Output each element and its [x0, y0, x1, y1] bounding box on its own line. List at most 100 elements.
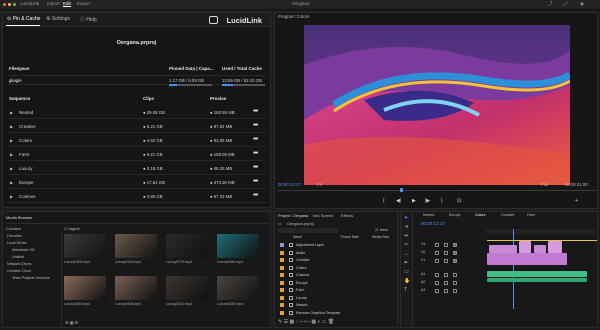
expand-arrow-icon[interactable]: ▶ [10, 138, 13, 143]
rectangle-tool-icon[interactable]: ▭ [404, 269, 409, 275]
sequence-row[interactable]: ▶ Luxury ● 3.18 GB ● 48.25 MB ••• [7, 162, 266, 175]
expand-arrow-icon[interactable]: ▶ [10, 152, 13, 157]
mute-icon[interactable] [453, 259, 457, 263]
timeline-timecode[interactable]: 00:00:13:17 [421, 221, 445, 226]
more-options-icon[interactable]: ••• [253, 150, 258, 157]
sequence-row[interactable]: ▶ Colors ● 4.62 GB ● 93.05 MB ••• [7, 134, 266, 147]
video-clip[interactable] [487, 253, 567, 265]
timeline-ruler[interactable] [486, 229, 596, 234]
expand-arrow-icon[interactable]: ▶ [10, 110, 13, 115]
more-options-icon[interactable]: ••• [253, 122, 258, 129]
mute-icon[interactable] [453, 243, 457, 247]
mark-out-icon[interactable]: } [441, 198, 443, 204]
column-frame-rate[interactable]: Frame Rate [341, 235, 359, 239]
project-search-input[interactable] [278, 228, 338, 233]
minimize-window-button[interactable] [8, 3, 11, 6]
mute-icon[interactable] [453, 281, 457, 285]
tab-pin-cache[interactable]: ⊙ Pin & Cache [7, 16, 40, 22]
hand-tool-icon[interactable]: ✋ [404, 278, 410, 284]
step-back-icon[interactable]: ◀| [396, 198, 401, 204]
timeline-tab[interactable]: Farm [527, 213, 535, 217]
lock-icon[interactable] [444, 243, 448, 247]
column-media-start[interactable]: Media Start [372, 235, 389, 239]
eye-icon[interactable] [435, 273, 439, 277]
eye-icon[interactable] [435, 251, 439, 255]
step-forward-icon[interactable]: |▶ [425, 198, 430, 204]
timeline-tab[interactable]: Europe [449, 213, 461, 217]
track-select-icon[interactable]: ⇥ [404, 224, 408, 230]
ripple-edit-icon[interactable]: ⇹ [404, 233, 408, 239]
play-icon[interactable]: ▶ [412, 198, 416, 204]
tab-info-screen[interactable]: Info Screen [313, 213, 333, 218]
tree-item[interactable]: Creative Cloud [7, 269, 31, 273]
eye-icon[interactable] [435, 243, 439, 247]
project-item[interactable]: Cosmos [278, 272, 396, 279]
lock-icon[interactable] [444, 289, 448, 293]
project-item[interactable]: Creative [278, 257, 396, 264]
more-options-icon[interactable]: ••• [253, 192, 258, 199]
timeline-tab[interactable]: Creative [501, 213, 514, 217]
track-header[interactable]: A1 [421, 272, 425, 276]
ingest-checkbox[interactable]: ☐ Ingest [64, 226, 80, 231]
track-header[interactable]: V2 [421, 250, 425, 254]
track-header[interactable]: A3 [421, 288, 425, 292]
tab-project[interactable]: Project: Oergana [278, 213, 308, 218]
path-dropdown[interactable]: Creative [6, 226, 21, 231]
mute-icon[interactable] [453, 273, 457, 277]
tree-item[interactable]: Macintosh HD [12, 248, 35, 252]
media-thumbnail[interactable] [217, 276, 259, 300]
media-thumbnail[interactable] [166, 234, 208, 258]
sequence-row[interactable]: ▶ Creative ● 5.21 GB ● 87.84 MB ••• [7, 120, 266, 133]
maximize-window-button[interactable] [13, 3, 16, 6]
export-frame-icon[interactable]: ⊡ [457, 198, 461, 204]
mark-in-icon[interactable]: { [383, 198, 385, 204]
audio-clip[interactable] [487, 278, 587, 282]
more-options-icon[interactable]: ••• [253, 164, 258, 171]
work-area-bar[interactable] [487, 240, 597, 241]
menu-export[interactable]: Export [77, 1, 90, 6]
razor-tool-icon[interactable]: ✂ [404, 242, 408, 248]
mute-icon[interactable] [453, 251, 457, 255]
program-timecode[interactable]: 00:00:13:17 [278, 182, 301, 187]
video-clip[interactable] [534, 245, 546, 253]
project-item[interactable]: Nested [278, 302, 396, 309]
media-thumbnail[interactable] [64, 276, 106, 300]
share-icon[interactable]: ⤴ [548, 1, 553, 7]
settings-icon[interactable]: + [575, 198, 578, 204]
expand-arrow-icon[interactable]: ▶ [10, 180, 13, 185]
media-thumbnail[interactable] [115, 276, 157, 300]
timeline-tab[interactable]: Nested [423, 213, 434, 217]
audio-clip[interactable] [487, 271, 587, 277]
menu-import[interactable]: Import [47, 1, 60, 6]
mute-icon[interactable] [453, 289, 457, 293]
maximize-icon[interactable]: ⤢ [564, 1, 568, 6]
project-item[interactable]: Farm [278, 287, 396, 294]
media-thumbnail[interactable] [166, 276, 208, 300]
video-clip[interactable] [519, 241, 531, 253]
project-item[interactable]: Audio [278, 250, 396, 257]
video-clip[interactable] [489, 245, 517, 253]
expand-arrow-icon[interactable]: ▶ [10, 124, 13, 129]
track-header[interactable]: V1 [421, 258, 425, 262]
expand-arrow-icon[interactable]: ▶ [10, 166, 13, 171]
media-thumbnail[interactable] [217, 234, 259, 258]
project-item[interactable]: Luxury [278, 295, 396, 302]
sequence-row[interactable]: ▶ Cosmos ● 3.86 GB ● 57.33 MB ••• [7, 190, 266, 203]
tree-item[interactable]: Favorites [7, 234, 22, 238]
quality-dropdown[interactable]: Full [541, 182, 548, 187]
menu-edit[interactable]: Edit [63, 1, 71, 7]
tab-help[interactable]: ⓘ Help [80, 16, 97, 23]
tree-item[interactable]: Network Drives [7, 262, 31, 266]
list-view-icon[interactable]: ☰ ▦ ⊟ [65, 320, 78, 325]
project-item[interactable]: Colors [278, 265, 396, 272]
eye-icon[interactable] [435, 259, 439, 263]
type-tool-icon[interactable]: T [404, 287, 407, 293]
program-scrubber[interactable] [278, 190, 596, 191]
video-clip[interactable] [548, 241, 562, 253]
eye-icon[interactable] [435, 281, 439, 285]
timeline-playhead[interactable] [513, 229, 514, 309]
user-icon[interactable]: ◉ [580, 1, 584, 7]
lock-icon[interactable] [444, 251, 448, 255]
timeline-tab[interactable]: Colors [475, 213, 485, 217]
selection-tool-icon[interactable]: ➤ [404, 215, 408, 221]
